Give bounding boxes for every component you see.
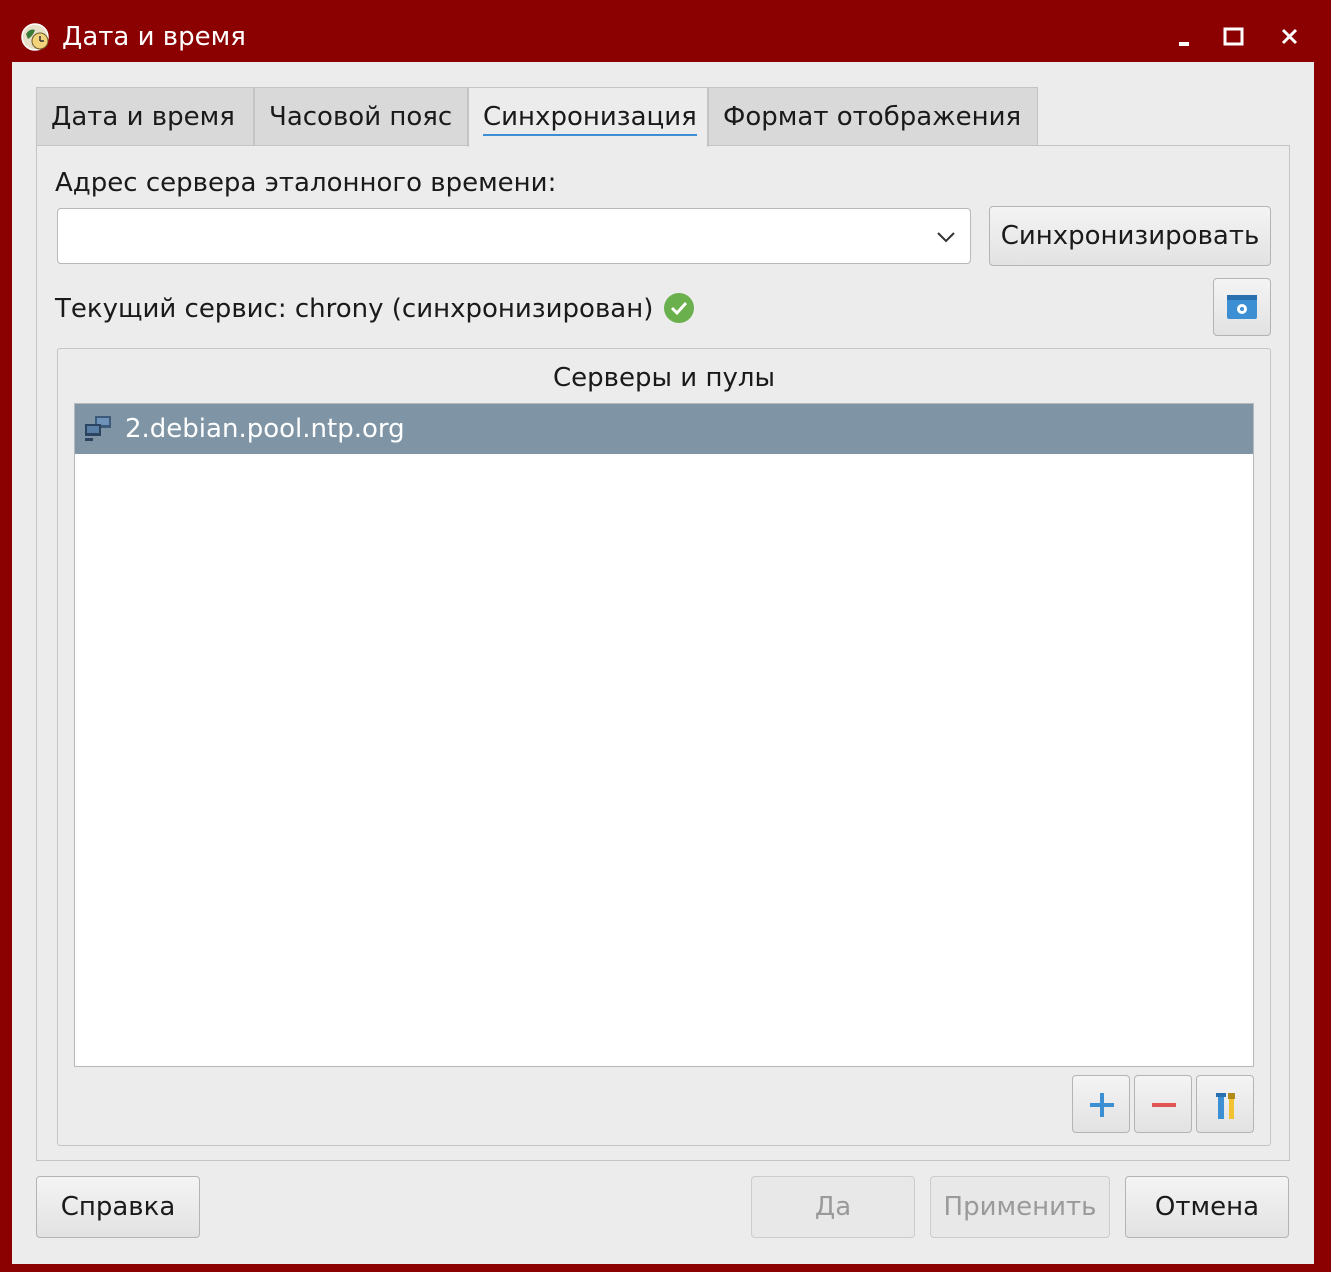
sync-tab-panel: Адрес сервера эталонного времени: Синхро…	[36, 145, 1290, 1161]
servers-group-title: Серверы и пулы	[553, 363, 775, 393]
maximize-button[interactable]	[1214, 18, 1254, 58]
servers-list[interactable]: 2.debian.pool.ntp.org	[74, 403, 1254, 1067]
tab-display-format[interactable]: Формат отображения	[708, 87, 1038, 145]
tab-sync[interactable]: Синхронизация	[468, 87, 708, 147]
minimize-icon	[1179, 42, 1189, 46]
chevron-down-icon[interactable]	[934, 225, 958, 249]
server-address-label: Адрес сервера эталонного времени:	[55, 168, 557, 198]
minimize-button[interactable]	[1166, 18, 1206, 58]
list-item[interactable]: 2.debian.pool.ntp.org	[75, 404, 1253, 454]
synchronize-button[interactable]: Синхронизировать	[989, 206, 1271, 266]
apply-button[interactable]: Применить	[930, 1176, 1110, 1238]
clock-globe-icon	[21, 23, 49, 51]
cancel-button[interactable]: Отмена	[1125, 1176, 1289, 1238]
dialog-window: Дата и время Дата и время Часовой пояс С…	[0, 0, 1331, 1272]
tools-icon	[1216, 1093, 1235, 1119]
remove-server-button[interactable]	[1134, 1075, 1192, 1133]
dialog-body: Дата и время Часовой пояс Синхронизация …	[12, 62, 1314, 1264]
server-address-combobox[interactable]	[57, 208, 971, 264]
tab-timezone[interactable]: Часовой пояс	[254, 87, 468, 145]
server-name: 2.debian.pool.ntp.org	[125, 414, 405, 444]
plus-icon	[1090, 1093, 1114, 1117]
maximize-icon	[1223, 27, 1244, 46]
settings-window-icon	[1227, 295, 1257, 319]
window-title: Дата и время	[62, 22, 246, 52]
check-circle-icon	[664, 293, 694, 323]
title-bar[interactable]: Дата и время	[0, 0, 1331, 62]
close-icon	[1281, 28, 1298, 45]
tab-date-time[interactable]: Дата и время	[36, 87, 254, 145]
network-server-icon	[85, 416, 111, 441]
minus-icon	[1152, 1103, 1176, 1107]
edit-server-button[interactable]	[1196, 1075, 1254, 1133]
ok-button[interactable]: Да	[751, 1176, 915, 1238]
current-service-status: Текущий сервис: chrony (синхронизирован)	[55, 294, 654, 324]
service-settings-button[interactable]	[1213, 278, 1271, 336]
close-button[interactable]	[1270, 18, 1310, 58]
help-button[interactable]: Справка	[36, 1176, 200, 1238]
add-server-button[interactable]	[1072, 1075, 1130, 1133]
servers-groupbox: Серверы и пулы 2.debian.pool.ntp.org	[57, 348, 1271, 1146]
